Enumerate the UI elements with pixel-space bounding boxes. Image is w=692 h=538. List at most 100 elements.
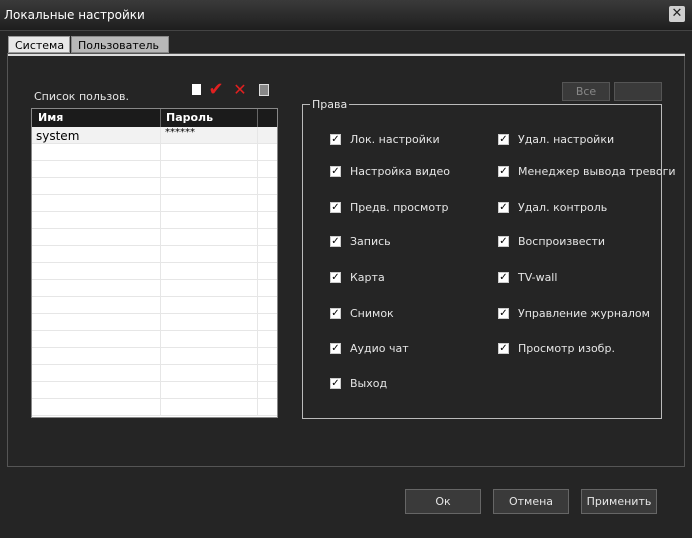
row-divider — [257, 144, 258, 161]
row-divider — [257, 195, 258, 212]
table-row[interactable] — [32, 144, 277, 161]
permission-label: Лок. настройки — [350, 133, 440, 146]
column-name-header[interactable]: Имя — [38, 111, 63, 124]
permission-label: Управление журналом — [518, 307, 650, 320]
tab-user[interactable]: Пользователь — [71, 36, 169, 53]
permission-checkbox[interactable]: ✓ — [498, 272, 509, 283]
settings-window: Локальные настройки ✕ Система Пользовате… — [0, 0, 692, 538]
confirm-icon[interactable]: ✔ — [208, 81, 224, 99]
table-row[interactable] — [32, 280, 277, 297]
permission-label: Настройка видео — [350, 165, 450, 178]
permission-label: Карта — [350, 271, 385, 284]
permission-checkbox[interactable]: ✓ — [330, 308, 341, 319]
table-row[interactable] — [32, 178, 277, 195]
row-divider — [257, 348, 258, 365]
permission-checkbox[interactable]: ✓ — [498, 134, 509, 145]
title-bar: Локальные настройки ✕ — [0, 0, 692, 31]
select-all-button[interactable]: Все — [562, 82, 610, 101]
table-row[interactable]: system ****** — [32, 127, 277, 144]
tab-system[interactable]: Система — [8, 36, 70, 53]
permission-checkbox[interactable]: ✓ — [498, 343, 509, 354]
row-divider — [257, 229, 258, 246]
row-divider — [160, 144, 161, 161]
row-divider — [257, 331, 258, 348]
row-divider — [160, 178, 161, 195]
permission-checkbox[interactable]: ✓ — [330, 166, 341, 177]
row-divider — [257, 280, 258, 297]
table-row[interactable] — [32, 297, 277, 314]
permission-checkbox[interactable]: ✓ — [330, 378, 341, 389]
permission-label: Предв. просмотр — [350, 201, 449, 214]
cell-user-name: system — [36, 129, 80, 143]
row-divider — [257, 246, 258, 263]
row-divider — [160, 263, 161, 280]
clear-button[interactable] — [614, 82, 662, 101]
cancel-button[interactable]: Отмена — [493, 489, 569, 514]
row-divider — [160, 161, 161, 178]
table-row[interactable] — [32, 263, 277, 280]
row-divider — [160, 365, 161, 382]
row-divider — [257, 263, 258, 280]
table-row[interactable] — [32, 399, 277, 416]
table-row[interactable] — [32, 246, 277, 263]
row-divider — [257, 365, 258, 382]
row-divider — [160, 331, 161, 348]
permission-checkbox[interactable]: ✓ — [498, 202, 509, 213]
row-divider — [160, 246, 161, 263]
permission-label: Воспроизвести — [518, 235, 606, 248]
permission-label: Выход — [350, 377, 388, 390]
row-divider — [160, 127, 161, 144]
permission-label: Менеджер вывода тревоги — [518, 165, 676, 178]
permission-checkbox[interactable]: ✓ — [498, 166, 509, 177]
new-user-icon[interactable] — [188, 82, 204, 98]
permission-checkbox[interactable]: ✓ — [330, 134, 341, 145]
permission-checkbox[interactable]: ✓ — [330, 202, 341, 213]
table-row[interactable] — [32, 212, 277, 229]
row-divider — [160, 399, 161, 416]
delete-icon[interactable]: ✕ — [232, 82, 248, 98]
permission-label: Просмотр изобр. — [518, 342, 615, 355]
apply-button[interactable]: Применить — [581, 489, 657, 514]
table-header: Имя Пароль — [32, 109, 277, 127]
row-divider — [160, 212, 161, 229]
row-divider — [257, 161, 258, 178]
window-title: Локальные настройки — [4, 8, 145, 22]
table-row[interactable] — [32, 382, 277, 399]
permission-label: TV-wall — [518, 271, 558, 284]
rights-group-title: Права — [310, 98, 350, 111]
table-row[interactable] — [32, 161, 277, 178]
permission-checkbox[interactable]: ✓ — [330, 236, 341, 247]
paste-icon[interactable] — [256, 82, 272, 98]
table-row[interactable] — [32, 331, 277, 348]
permission-checkbox[interactable]: ✓ — [330, 343, 341, 354]
ok-button[interactable]: Ок — [405, 489, 481, 514]
column-divider — [160, 109, 161, 127]
row-divider — [160, 195, 161, 212]
table-row[interactable] — [32, 229, 277, 246]
permission-label: Аудио чат — [350, 342, 409, 355]
permission-label: Удал. настройки — [518, 133, 615, 146]
row-divider — [257, 127, 258, 144]
row-divider — [160, 314, 161, 331]
panel-divider — [8, 54, 685, 56]
row-divider — [257, 314, 258, 331]
permission-checkbox[interactable]: ✓ — [498, 236, 509, 247]
user-table: Имя Пароль system ****** — [31, 108, 278, 418]
table-row[interactable] — [32, 348, 277, 365]
rights-group — [302, 104, 662, 419]
table-row[interactable] — [32, 195, 277, 212]
column-divider — [257, 109, 258, 127]
cell-user-password: ****** — [165, 127, 195, 138]
permission-label: Удал. контроль — [518, 201, 608, 214]
table-row[interactable] — [32, 314, 277, 331]
permission-label: Снимок — [350, 307, 394, 320]
row-divider — [160, 297, 161, 314]
row-divider — [257, 212, 258, 229]
permission-checkbox[interactable]: ✓ — [330, 272, 341, 283]
row-divider — [160, 382, 161, 399]
column-password-header[interactable]: Пароль — [166, 111, 213, 124]
row-divider — [257, 178, 258, 195]
close-icon[interactable]: ✕ — [669, 6, 685, 22]
permission-checkbox[interactable]: ✓ — [498, 308, 509, 319]
table-row[interactable] — [32, 365, 277, 382]
